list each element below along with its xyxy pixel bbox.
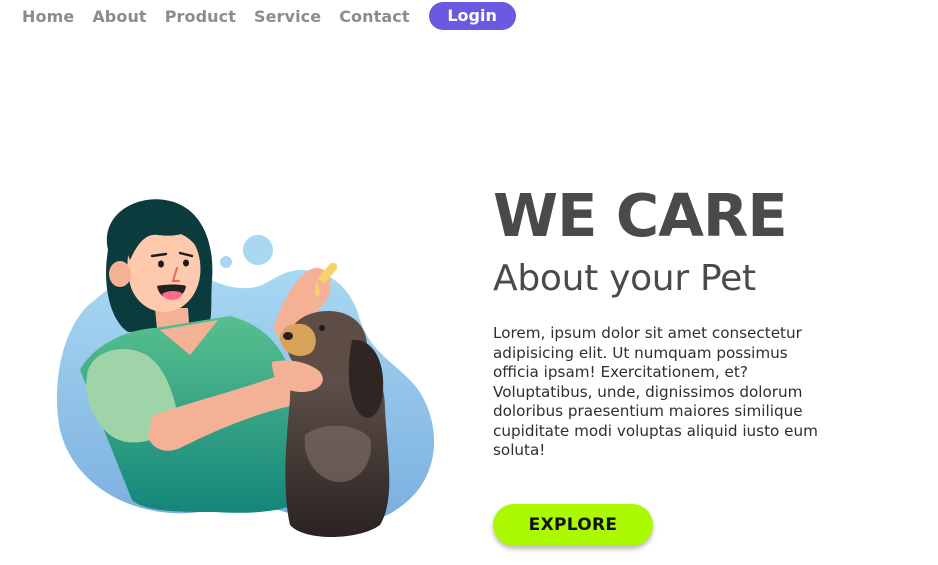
hero-title: WE CARE bbox=[493, 181, 788, 250]
nav-link-about[interactable]: About bbox=[92, 7, 146, 26]
landing-page: Home About Product Service Contact Login bbox=[0, 0, 938, 565]
nav-link-contact[interactable]: Contact bbox=[339, 7, 409, 26]
top-navigation: Home About Product Service Contact Login bbox=[22, 2, 516, 30]
woman-with-dog-illustration bbox=[56, 199, 435, 538]
hero-subtitle: About your Pet bbox=[493, 258, 756, 299]
hero-description: Lorem, ipsum dolor sit amet consectetur … bbox=[493, 324, 818, 459]
nav-link-product[interactable]: Product bbox=[165, 7, 236, 26]
nav-link-home[interactable]: Home bbox=[22, 7, 74, 26]
explore-button[interactable]: EXPLORE bbox=[493, 504, 653, 546]
nav-link-service[interactable]: Service bbox=[254, 7, 321, 26]
login-button[interactable]: Login bbox=[428, 2, 516, 30]
